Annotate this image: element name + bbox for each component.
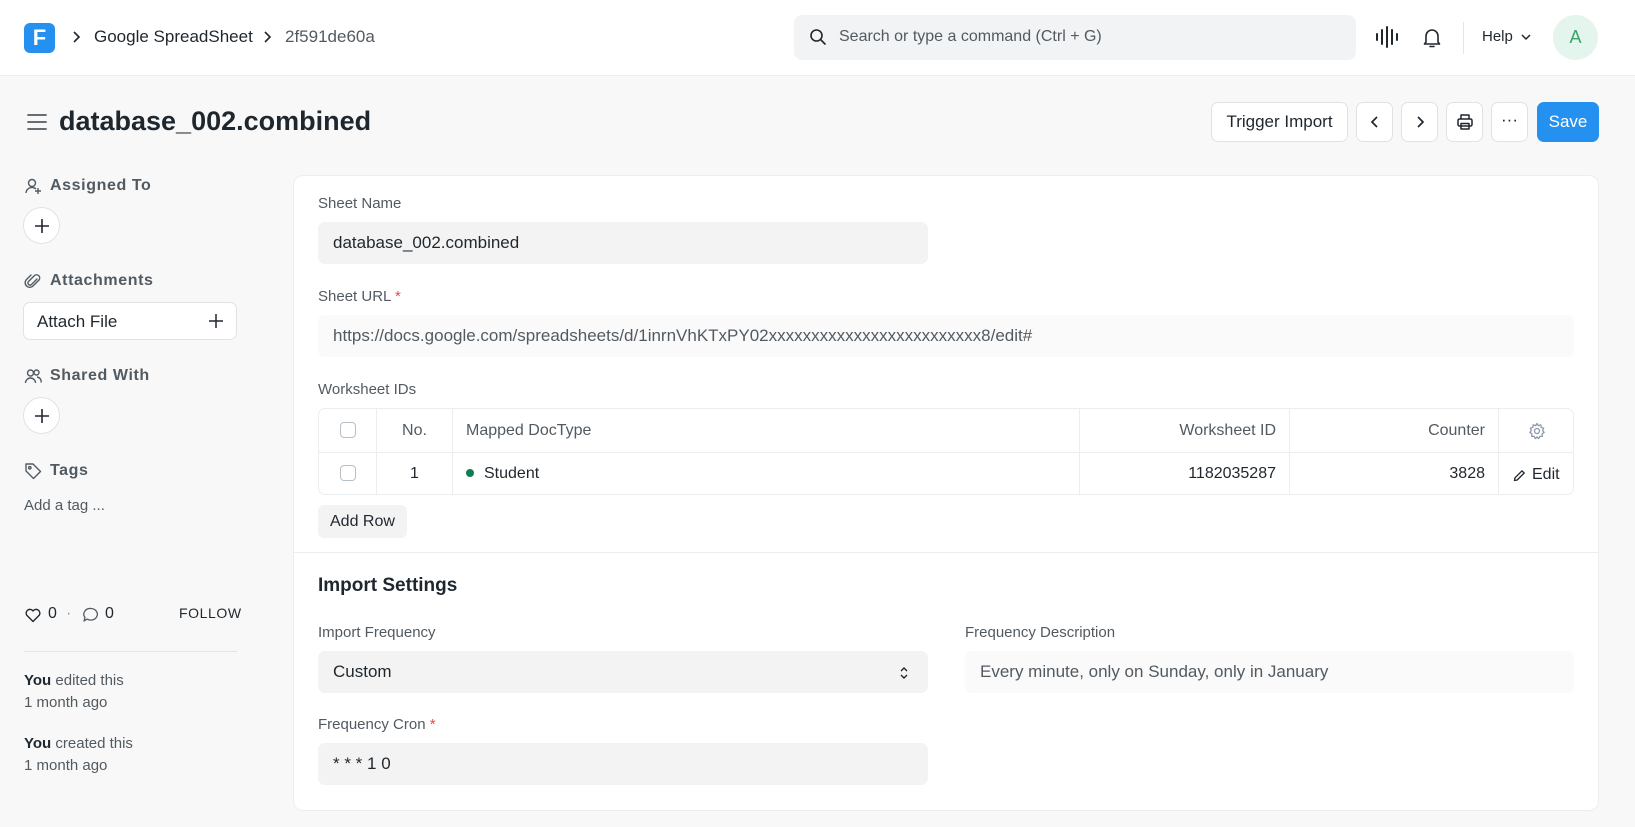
tags-label: Tags (50, 462, 89, 479)
follow-button[interactable]: FOLLOW (179, 602, 242, 624)
import-frequency-select[interactable]: Custom (318, 651, 928, 693)
page-title: database_002.combined (59, 106, 372, 136)
next-record-button[interactable] (1401, 102, 1438, 142)
shared-users-icon (24, 369, 42, 384)
shared-with-label: Shared With (50, 367, 150, 384)
add-share-button[interactable] (23, 397, 60, 434)
trigger-import-button[interactable]: Trigger Import (1211, 102, 1348, 142)
grid-cell-worksheet-id[interactable]: 1182035287 (1080, 452, 1290, 495)
grid-row-select-cell (319, 452, 377, 495)
add-assignee-button[interactable] (23, 207, 60, 244)
save-button[interactable]: Save (1537, 102, 1599, 142)
app-logo[interactable]: F (24, 23, 55, 53)
sheet-url-field[interactable]: https://docs.google.com/spreadsheets/d/1… (318, 315, 1574, 357)
search-icon (810, 29, 826, 45)
frequency-description-label: Frequency Description (965, 624, 1116, 641)
add-row-button[interactable]: Add Row (318, 505, 407, 538)
navbar: F Google SpreadSheet 2f591de60a Search o… (0, 0, 1635, 76)
edit-label: Edit (1532, 466, 1560, 483)
activity-item: You created this 1 month ago (24, 733, 133, 777)
comments-count: 0 (105, 605, 114, 622)
select-arrows-icon (900, 667, 908, 679)
paperclip-icon (24, 274, 41, 289)
gear-icon[interactable] (1528, 422, 1546, 440)
user-avatar[interactable]: A (1553, 15, 1598, 60)
assign-user-icon (25, 178, 41, 194)
comment-icon[interactable] (82, 606, 100, 624)
status-dot (466, 468, 474, 477)
chevron-right-icon (1416, 116, 1424, 128)
grid-cell-no[interactable]: 1 (377, 452, 453, 495)
frequency-cron-label: Frequency Cron * (318, 714, 436, 736)
activity-actor: You (24, 735, 52, 752)
notification-bell-icon[interactable] (1420, 25, 1444, 49)
sheet-name-label: Sheet Name (318, 195, 402, 212)
import-settings-heading: Import Settings (318, 575, 458, 596)
breadcrumb-google-spreadsheet[interactable]: Google SpreadSheet (94, 25, 253, 49)
tag-icon (25, 463, 42, 480)
row-checkbox[interactable] (340, 465, 356, 481)
required-mark: * (395, 288, 401, 305)
grid-header-doctype: Mapped DocType (453, 409, 1080, 452)
doctype-value: Student (484, 465, 540, 482)
activity-item: You edited this 1 month ago (24, 670, 124, 714)
worksheet-ids-grid: No. Mapped DocType Worksheet ID Counter … (318, 408, 1574, 495)
sheet-name-input[interactable]: database_002.combined (318, 222, 928, 264)
frequency-description-field[interactable]: Every minute, only on Sunday, only in Ja… (965, 651, 1574, 693)
grid-cell-doctype[interactable]: Student (453, 452, 1080, 495)
grid-header-counter: Counter (1290, 409, 1499, 452)
frequency-cron-label-text: Frequency Cron (318, 716, 426, 733)
pencil-icon (1513, 470, 1525, 482)
plus-icon (209, 314, 223, 328)
attach-file-label: Attach File (37, 312, 118, 331)
grid-header-no: No. (377, 409, 453, 452)
previous-record-button[interactable] (1356, 102, 1393, 142)
add-tag-link[interactable]: Add a tag ... (24, 495, 105, 517)
plus-icon (35, 409, 49, 423)
assigned-to-label: Assigned To (50, 177, 152, 194)
grid-cell-counter[interactable]: 3828 (1290, 452, 1499, 495)
search-bar[interactable]: Search or type a command (Ctrl + G) (794, 15, 1356, 60)
chevron-right-icon (73, 31, 81, 43)
plus-icon (35, 219, 49, 233)
printer-icon (1456, 114, 1473, 130)
activity-time: 1 month ago (24, 757, 108, 774)
required-mark: * (429, 716, 436, 733)
import-frequency-label: Import Frequency (318, 624, 436, 641)
activity-action: edited this (51, 672, 124, 689)
navbar-divider (1463, 22, 1464, 54)
grid-row-edit-button[interactable]: Edit (1499, 452, 1573, 495)
grid-header-worksheet-id: Worksheet ID (1080, 409, 1290, 452)
section-divider (294, 552, 1598, 553)
worksheet-ids-label: Worksheet IDs (318, 381, 417, 398)
sheet-url-label: Sheet URL * (318, 286, 401, 308)
grid-select-all-cell (319, 409, 377, 452)
print-button[interactable] (1446, 102, 1483, 142)
frequency-cron-input[interactable]: * * * 1 0 (318, 743, 928, 785)
attachments-label: Attachments (50, 272, 154, 289)
import-frequency-value: Custom (333, 662, 392, 681)
attach-file-button[interactable]: Attach File (23, 302, 237, 340)
search-placeholder: Search or type a command (Ctrl + G) (839, 28, 1102, 45)
more-actions-button[interactable]: ··· (1491, 102, 1528, 142)
activity-actor: You (24, 672, 52, 689)
heart-icon[interactable] (24, 606, 42, 624)
voice-waveform-icon[interactable] (1375, 25, 1399, 49)
help-dropdown[interactable]: Help (1482, 26, 1513, 48)
likes-count: 0 (48, 605, 57, 622)
chevron-right-icon (264, 31, 272, 43)
sheet-url-label-text: Sheet URL (318, 288, 391, 305)
sidebar-divider (24, 651, 237, 652)
separator-dot: · (66, 605, 72, 622)
chevron-down-icon[interactable] (1520, 31, 1532, 43)
grid-settings-cell (1499, 409, 1573, 452)
chevron-left-icon (1370, 116, 1378, 128)
activity-action: created this (51, 735, 133, 752)
form-card: Sheet Name database_002.combined Sheet U… (293, 175, 1599, 811)
select-all-checkbox[interactable] (340, 422, 356, 438)
activity-time: 1 month ago (24, 694, 108, 711)
breadcrumb-record-id[interactable]: 2f591de60a (285, 25, 375, 49)
sidebar-toggle-icon[interactable] (26, 112, 48, 132)
